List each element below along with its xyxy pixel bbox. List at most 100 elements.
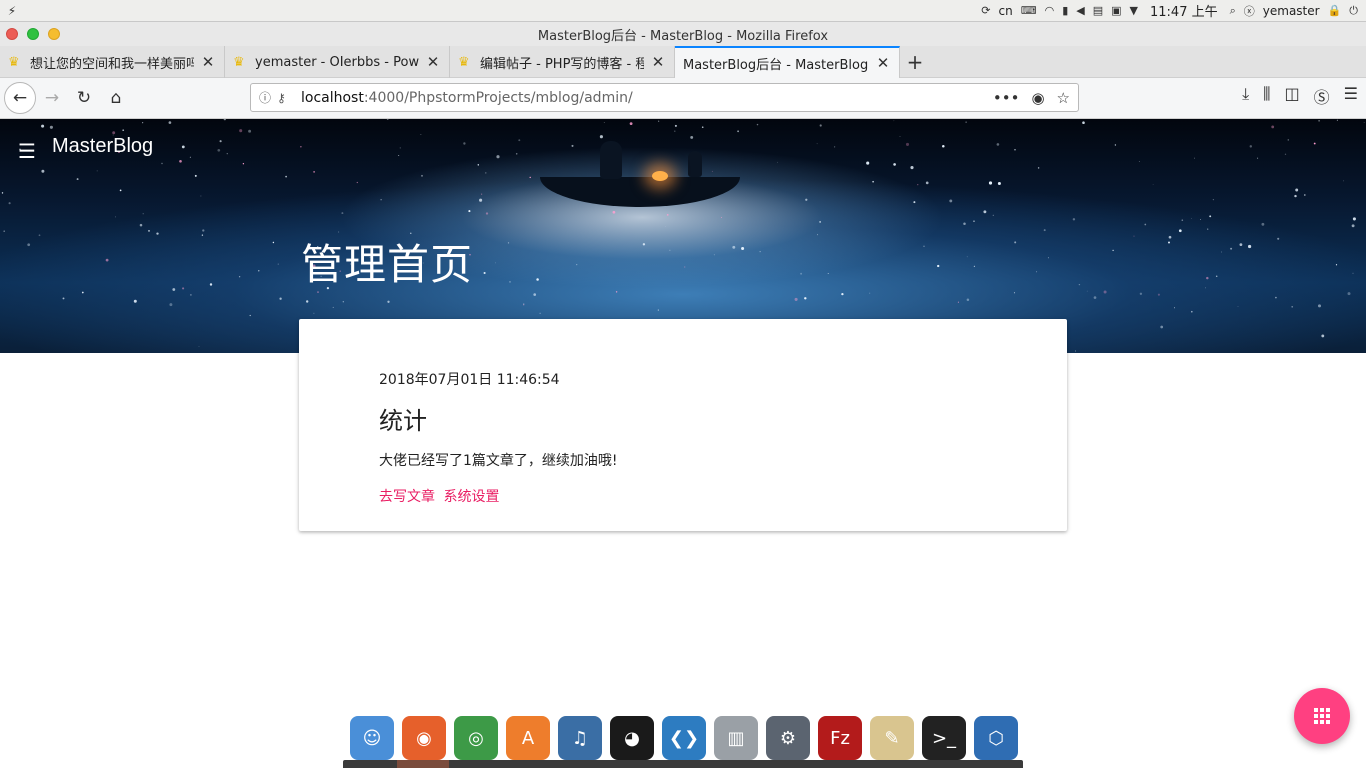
tab-4-active[interactable]: MasterBlog后台 - MasterBlog ✕: [675, 46, 900, 78]
star-dot: [479, 198, 483, 202]
write-article-link[interactable]: 去写文章: [379, 489, 435, 505]
system-logo-icon[interactable]: ⚡: [2, 4, 22, 18]
reload-button[interactable]: ↻: [68, 82, 100, 114]
star-dot: [1321, 334, 1325, 338]
home-button[interactable]: ⌂: [100, 82, 132, 114]
system-settings-dock-icon[interactable]: ⚙: [766, 716, 810, 760]
star-dot: [732, 245, 736, 249]
star-dot: [657, 309, 659, 311]
site-info-icon[interactable]: ⓘ: [259, 89, 277, 106]
star-dot: [615, 291, 618, 293]
star-dot: [1112, 249, 1114, 252]
star-dot: [1206, 276, 1209, 280]
app-store-dock-icon[interactable]: A: [506, 716, 550, 760]
username[interactable]: yemaster: [1263, 4, 1320, 18]
filezilla-dock-icon[interactable]: Fz: [818, 716, 862, 760]
star-dot: [841, 292, 844, 296]
music-dock-icon[interactable]: ♫: [558, 716, 602, 760]
clipboard-icon[interactable]: ▤: [1093, 4, 1103, 17]
page-actions-icon[interactable]: •••: [993, 89, 1020, 107]
qq-dock-icon[interactable]: ◕: [610, 716, 654, 760]
system-settings-link[interactable]: 系统设置: [443, 489, 499, 505]
chrome-dock-icon[interactable]: ◎: [454, 716, 498, 760]
star-dot: [819, 221, 821, 223]
downloads-icon[interactable]: ⤓: [1242, 84, 1249, 108]
battery-icon[interactable]: ▮: [1062, 4, 1068, 17]
new-tab-button[interactable]: +: [900, 46, 930, 77]
star-dot: [674, 130, 676, 132]
virtualbox-dock-icon[interactable]: ⬡: [974, 716, 1018, 760]
close-tab-icon[interactable]: ✕: [650, 53, 666, 71]
tab-label: MasterBlog后台 - MasterBlog: [683, 57, 869, 73]
star-dot: [869, 292, 871, 294]
star-dot: [509, 281, 511, 283]
menu-icon[interactable]: ☰: [18, 139, 36, 163]
close-tab-icon[interactable]: ✕: [425, 53, 441, 71]
apps-fab-button[interactable]: [1294, 688, 1350, 744]
sync-icon[interactable]: ⟳: [981, 4, 990, 17]
brand-title[interactable]: MasterBlog: [52, 135, 153, 158]
star-dot: [1194, 157, 1195, 159]
keyboard-icon[interactable]: ⌨: [1021, 4, 1037, 17]
vscode-dock-icon[interactable]: ❮❯: [662, 716, 706, 760]
star-dot: [463, 142, 466, 145]
star-dot: [1230, 247, 1233, 250]
finder-dock-icon[interactable]: ☺: [350, 716, 394, 760]
star-dot: [226, 153, 228, 155]
starfield-background: [1, 119, 1365, 352]
volume-icon[interactable]: ◀: [1076, 4, 1084, 17]
tab-1[interactable]: ♛ 想让您的空间和我一样美丽吗 ✕: [0, 46, 225, 78]
star-dot: [1284, 153, 1287, 155]
star-dot: [1191, 310, 1193, 313]
star-dot: [1351, 224, 1355, 228]
lock-icon[interactable]: ▣: [1111, 4, 1121, 17]
dropdown-icon[interactable]: ▼: [1130, 4, 1138, 17]
power-icon[interactable]: ⏻: [1349, 4, 1358, 18]
star-dot: [1138, 160, 1140, 163]
back-button[interactable]: ←: [4, 82, 36, 114]
star-dot: [741, 246, 745, 251]
star-dot: [41, 124, 45, 128]
url-bar[interactable]: ⓘ ⚷ localhost:4000/PhpstormProjects/mblo…: [250, 83, 1079, 112]
bookmark-star-icon[interactable]: ☆: [1057, 89, 1070, 107]
close-tab-icon[interactable]: ✕: [200, 53, 216, 71]
minimize-window-button[interactable]: [48, 28, 60, 40]
navigation-toolbar: ← → ↻ ⌂ ⓘ ⚷ localhost:4000/PhpstormProje…: [0, 78, 1366, 119]
terminal-dock-icon[interactable]: >_: [922, 716, 966, 760]
search-icon[interactable]: ⌕: [1230, 4, 1236, 18]
stats-card: 2018年07月01日 11:46:54 统计 大佬已经写了1篇文章了，继续加油…: [299, 319, 1067, 531]
extension-icon[interactable]: Ⓢ: [1314, 84, 1330, 108]
star-dot: [258, 270, 260, 272]
star-dot: [313, 171, 315, 173]
star-dot: [356, 181, 358, 184]
forward-button[interactable]: →: [36, 82, 68, 114]
hamburger-menu-icon[interactable]: ☰: [1344, 84, 1358, 108]
star-dot: [190, 294, 192, 296]
star-dot: [49, 125, 53, 129]
sidebar-icon[interactable]: ◫: [1285, 84, 1300, 108]
tab-3[interactable]: ♛ 编辑帖子 - PHP写的博客 - 程 ✕: [450, 46, 675, 78]
star-dot: [201, 234, 204, 236]
pocket-icon[interactable]: ◉: [1031, 89, 1044, 107]
close-window-button[interactable]: [6, 28, 18, 40]
firefox-dock-icon[interactable]: ◉: [402, 716, 446, 760]
text-editor-dock-icon[interactable]: ✎: [870, 716, 914, 760]
maximize-window-button[interactable]: [27, 28, 39, 40]
star-dot: [533, 293, 537, 296]
star-dot: [507, 242, 510, 244]
star-dot: [248, 129, 252, 133]
close-tab-icon[interactable]: ✕: [875, 54, 891, 72]
star-dot: [238, 276, 241, 278]
star-dot: [777, 161, 778, 163]
lock-screen-icon[interactable]: 🔒: [1328, 4, 1342, 17]
clock[interactable]: 11:47 上午: [1150, 1, 1218, 20]
star-dot: [1173, 307, 1175, 309]
star-dot: [421, 174, 423, 177]
wifi-icon[interactable]: ◠: [1045, 4, 1055, 17]
key-icon[interactable]: ⚷: [277, 91, 295, 105]
tab-2[interactable]: ♛ yemaster - OIerbbs - Powe ✕: [225, 46, 450, 78]
input-method[interactable]: cn: [998, 4, 1012, 18]
star-dot: [804, 297, 807, 300]
trash-dock-icon[interactable]: ▥: [714, 716, 758, 760]
library-icon[interactable]: ⫼: [1263, 84, 1270, 108]
